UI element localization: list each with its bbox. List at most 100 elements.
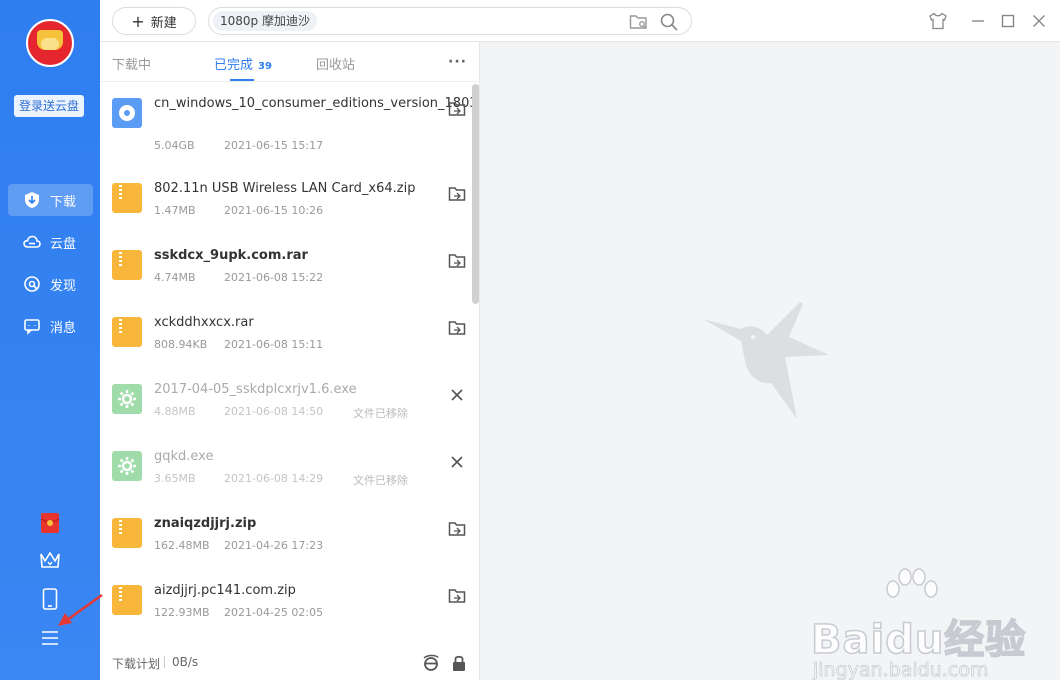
file-name[interactable]: xckddhxxcx.rar xyxy=(154,314,439,332)
open-folder-icon[interactable] xyxy=(448,100,466,118)
login-button[interactable]: 登录送云盘 xyxy=(14,95,84,117)
file-row[interactable]: 802.11n USB Wireless LAN Card_x64.zip 1.4… xyxy=(100,169,472,236)
skin-icon[interactable] xyxy=(928,11,948,31)
sidebar-item-message[interactable]: 消息 xyxy=(8,310,93,342)
avatar-face-icon xyxy=(41,38,59,50)
tab-underline xyxy=(230,79,254,81)
tab-downloading[interactable]: 下载中 xyxy=(112,54,151,73)
panel-footer: 下载计划 0B/s xyxy=(100,644,480,680)
file-size: 122.93MB xyxy=(154,606,210,619)
maximize-icon[interactable] xyxy=(998,11,1018,31)
sidebar-item-label: 消息 xyxy=(50,320,77,336)
file-size: 3.65MB xyxy=(154,472,196,485)
watermark-text: Baidu经验 xyxy=(810,616,1027,664)
search-icon[interactable] xyxy=(659,12,679,36)
file-row[interactable]: xckddhxxcx.rar 808.94KB 2021-06-08 15:11 xyxy=(100,303,472,370)
file-row[interactable]: sskdcx_9upk.com.rar 4.74MB 2021-06-08 15:2… xyxy=(100,236,472,303)
download-plan-button[interactable]: 下载计划 xyxy=(112,655,160,672)
file-name[interactable]: sskdcx_9upk.com.rar xyxy=(154,247,439,265)
file-status-note: 文件已移除 xyxy=(353,407,408,420)
zip-file-icon xyxy=(112,317,142,347)
sidebar-item-download[interactable]: 下载 xyxy=(8,184,93,216)
iso-file-icon xyxy=(112,98,142,128)
file-size: 162.48MB xyxy=(154,539,210,552)
close-window-icon[interactable] xyxy=(1029,11,1049,31)
more-options-button[interactable]: ··· xyxy=(448,54,467,70)
file-name[interactable]: cn_windows_10_consumer_editions_version_… xyxy=(154,95,472,113)
tab-completed[interactable]: 已完成 39 xyxy=(214,54,272,73)
file-row[interactable]: gqkd.exe 3.65MB 2021-06-08 14:29 文件已移除 xyxy=(100,437,472,504)
sidebar-item-label: 下载 xyxy=(50,194,77,210)
file-row[interactable]: cn_windows_10_consumer_editions_version_… xyxy=(100,84,472,169)
red-envelope-icon[interactable] xyxy=(38,511,62,535)
zip-file-icon xyxy=(112,250,142,280)
watermark-url: jingyan.baidu.com xyxy=(813,659,989,680)
open-folder-icon[interactable] xyxy=(448,587,466,605)
search-input[interactable]: 1080p 摩加迪沙 xyxy=(208,7,692,35)
list-scrollbar[interactable] xyxy=(472,84,479,304)
zip-file-icon xyxy=(112,183,142,213)
avatar[interactable] xyxy=(26,19,74,67)
sidebar-item-cloud[interactable]: 云盘 xyxy=(8,226,93,258)
new-task-label: 新建 xyxy=(150,15,177,31)
lock-icon[interactable] xyxy=(451,654,467,676)
search-tag[interactable]: 1080p 摩加迪沙 xyxy=(213,11,317,31)
file-size: 808.94KB xyxy=(154,338,208,351)
file-size: 5.04GB xyxy=(154,139,195,152)
file-date: 2021-06-15 10:26 xyxy=(224,204,324,217)
file-date: 2021-06-08 14:29 xyxy=(224,472,324,485)
sidebar-item-label: 发现 xyxy=(50,278,77,294)
download-list-panel: 下载中 已完成 39 回收站 ··· cn_windows_10_consumer… xyxy=(100,42,480,680)
sidebar-item-discover[interactable]: 发现 xyxy=(8,268,93,300)
file-size: 1.47MB xyxy=(154,204,196,217)
download-shield-icon xyxy=(23,191,41,209)
annotation-arrow-icon xyxy=(55,593,105,633)
file-size: 4.88MB xyxy=(154,405,196,418)
exe-file-icon xyxy=(112,384,142,414)
open-folder-icon[interactable] xyxy=(448,185,466,203)
crown-icon[interactable] xyxy=(38,548,62,572)
file-name[interactable]: znaiqzdjjrj.zip xyxy=(154,515,439,533)
tab-bar: 下载中 已完成 39 回收站 ··· xyxy=(100,42,480,82)
file-name[interactable]: 2017-04-05_sskdplcxrjv1.6.exe xyxy=(154,381,439,399)
close-icon[interactable] xyxy=(448,453,466,471)
open-folder-icon[interactable] xyxy=(448,319,466,337)
discover-icon xyxy=(23,275,41,293)
file-date: 2021-06-08 14:50 xyxy=(224,405,324,418)
file-name[interactable]: aizdjjrj.pc141.com.zip xyxy=(154,582,439,600)
download-speed: 0B/s xyxy=(172,655,199,669)
zip-file-icon xyxy=(112,518,142,548)
plus-icon: + xyxy=(131,11,145,31)
tab-recycle-bin[interactable]: 回收站 xyxy=(316,54,355,73)
file-name[interactable]: gqkd.exe xyxy=(154,448,439,466)
sidebar: 登录送云盘 下载 云盘 发现 消息 xyxy=(0,0,100,680)
file-status-note: 文件已移除 xyxy=(353,474,408,487)
file-date: 2021-06-08 15:22 xyxy=(224,271,324,284)
zip-file-icon xyxy=(112,585,142,615)
completed-count-badge: 39 xyxy=(258,61,272,72)
file-name[interactable]: 802.11n USB Wireless LAN Card_x64.zip xyxy=(154,180,439,198)
file-row[interactable]: aizdjjrj.pc141.com.zip 122.93MB 2021-04-25… xyxy=(100,571,472,638)
browser-icon[interactable] xyxy=(422,654,440,676)
cloud-icon xyxy=(23,233,41,251)
hummingbird-logo-icon xyxy=(701,297,831,426)
file-date: 2021-06-08 15:11 xyxy=(224,338,324,351)
message-icon xyxy=(23,317,41,335)
baidu-jingyan-watermark: Baidu经验 jingyan.baidu.com xyxy=(810,567,1051,680)
open-folder-icon[interactable] xyxy=(448,252,466,270)
file-date: 2021-06-15 15:17 xyxy=(224,139,324,152)
top-bar: + 新建 1080p 摩加迪沙 xyxy=(100,0,1060,42)
new-task-button[interactable]: + 新建 xyxy=(112,7,196,35)
folder-search-icon[interactable] xyxy=(629,13,649,35)
open-folder-icon[interactable] xyxy=(448,520,466,538)
file-row[interactable]: 2017-04-05_sskdplcxrjv1.6.exe 4.88MB 2021-… xyxy=(100,370,472,437)
file-date: 2021-04-26 17:23 xyxy=(224,539,324,552)
file-list: cn_windows_10_consumer_editions_version_… xyxy=(100,84,472,644)
minimize-icon[interactable] xyxy=(968,11,988,31)
tab-completed-label: 已完成 xyxy=(214,58,254,73)
file-size: 4.74MB xyxy=(154,271,196,284)
footer-divider xyxy=(164,656,165,668)
exe-file-icon xyxy=(112,451,142,481)
file-row[interactable]: znaiqzdjjrj.zip 162.48MB 2021-04-26 17:23 xyxy=(100,504,472,571)
close-icon[interactable] xyxy=(448,386,466,404)
